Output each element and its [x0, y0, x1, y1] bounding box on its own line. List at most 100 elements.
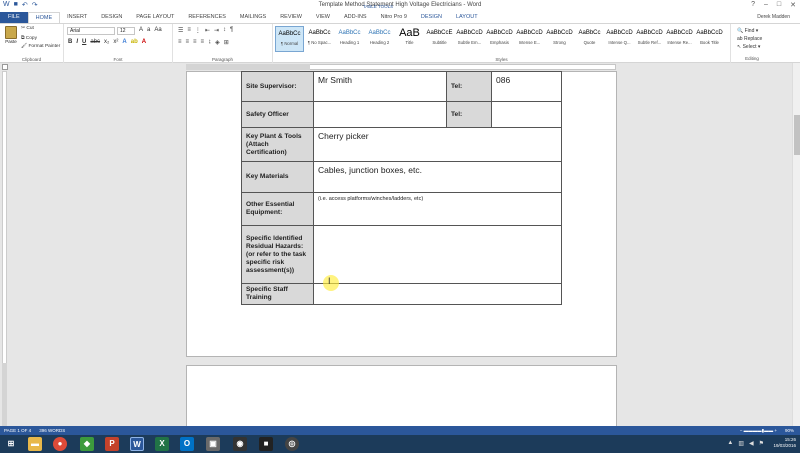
- style-item[interactable]: AaBbCc ¶ No Spac...: [305, 26, 334, 52]
- tab-page-layout[interactable]: PAGE LAYOUT: [129, 12, 181, 23]
- subscript-icon[interactable]: x₂: [104, 39, 109, 45]
- paste-button[interactable]: Paste: [4, 26, 18, 46]
- align-right-icon[interactable]: ≡: [193, 39, 197, 46]
- replace-button[interactable]: ab Replace: [737, 35, 762, 43]
- cut-button[interactable]: ✂ Cut: [21, 26, 34, 31]
- line-spacing-icon[interactable]: ↨: [208, 39, 211, 46]
- site-supervisor-cell[interactable]: Mr Smith: [313, 71, 447, 102]
- scrollbar-thumb[interactable]: [794, 115, 800, 155]
- minimize-button[interactable]: –: [764, 1, 768, 9]
- outlook-icon[interactable]: O: [180, 437, 194, 451]
- style-item[interactable]: AaBbCc Heading 1: [335, 26, 364, 52]
- vertical-scrollbar[interactable]: [792, 63, 800, 426]
- app-green-icon[interactable]: ◆: [80, 437, 94, 451]
- font-color-icon[interactable]: A: [142, 39, 146, 45]
- tab-home[interactable]: HOME: [27, 12, 61, 23]
- app-gray-icon[interactable]: ▣: [206, 437, 220, 451]
- tab-references[interactable]: REFERENCES: [181, 12, 233, 23]
- app-black-icon[interactable]: ■: [259, 437, 273, 451]
- style-item[interactable]: AaB Title: [395, 26, 424, 52]
- format-painter-button[interactable]: 🖌 Format Painter: [21, 44, 60, 49]
- vertical-ruler[interactable]: [0, 71, 8, 426]
- word-taskbar-icon[interactable]: W: [130, 437, 144, 451]
- superscript-icon[interactable]: x²: [113, 39, 118, 45]
- font-name-select[interactable]: Arial: [67, 27, 115, 35]
- maximize-button[interactable]: □: [777, 1, 781, 9]
- change-case-icon[interactable]: Aa: [154, 27, 161, 33]
- align-left-icon[interactable]: ≡: [178, 39, 182, 46]
- app-globe-icon[interactable]: ◎: [285, 437, 299, 451]
- app-red-black-icon[interactable]: ◉: [233, 437, 247, 451]
- horizontal-ruler[interactable]: [0, 63, 800, 71]
- word-count[interactable]: 396 WORDS: [39, 428, 65, 433]
- help-icon[interactable]: ?: [751, 1, 755, 9]
- clock[interactable]: 15:26 19/03/2016: [773, 437, 796, 449]
- style-item[interactable]: AaBbCc ¶ Normal: [275, 26, 304, 52]
- zoom-level[interactable]: 90%: [785, 428, 794, 434]
- excel-icon[interactable]: X: [155, 437, 169, 451]
- safety-officer-cell[interactable]: [313, 101, 447, 128]
- numbering-icon[interactable]: ≡: [187, 27, 191, 34]
- file-explorer-icon[interactable]: ▬: [28, 437, 42, 451]
- tab-nitro[interactable]: Nitro Pro 9: [374, 12, 414, 23]
- key-materials-cell[interactable]: Cables, junction boxes, etc.: [313, 161, 562, 193]
- bold-icon[interactable]: B: [68, 39, 72, 45]
- align-center-icon[interactable]: ≡: [186, 39, 190, 46]
- text-effects-icon[interactable]: A: [122, 39, 126, 45]
- decrease-indent-icon[interactable]: ⇤: [205, 27, 210, 34]
- shrink-font-icon[interactable]: a: [147, 27, 150, 33]
- page-count[interactable]: PAGE 1 OF 4: [4, 428, 31, 433]
- strikethrough-icon[interactable]: abc: [90, 39, 100, 45]
- tab-table-design[interactable]: DESIGN: [414, 12, 449, 23]
- flag-icon[interactable]: ⚑: [759, 440, 764, 447]
- style-item[interactable]: AaBbCcD Emphasis: [485, 26, 514, 52]
- tab-insert[interactable]: INSERT: [60, 12, 94, 23]
- style-item[interactable]: AaBbCcD Strong: [545, 26, 574, 52]
- grow-font-icon[interactable]: A: [139, 27, 143, 33]
- tab-mailings[interactable]: MAILINGS: [233, 12, 273, 23]
- staff-training-cell[interactable]: [313, 283, 562, 305]
- font-size-select[interactable]: 12: [117, 27, 135, 35]
- tab-review[interactable]: REVIEW: [273, 12, 309, 23]
- multilevel-list-icon[interactable]: ⋮: [195, 27, 201, 34]
- find-button[interactable]: 🔍 Find ▾: [737, 27, 762, 35]
- shading-icon[interactable]: ◈: [215, 39, 220, 46]
- style-item[interactable]: AaBbCcE Subtitle: [425, 26, 454, 52]
- tab-file[interactable]: FILE: [0, 12, 28, 23]
- hazards-cell[interactable]: [313, 225, 562, 284]
- select-button[interactable]: ↖ Select ▾: [737, 43, 762, 51]
- windows-start-icon[interactable]: ⊞: [4, 437, 18, 451]
- italic-icon[interactable]: I: [76, 39, 78, 45]
- style-item[interactable]: AaBbCcD Book Title: [695, 26, 724, 52]
- style-item[interactable]: AaBbCcD Subtle Ref...: [635, 26, 664, 52]
- tab-table-layout[interactable]: LAYOUT: [449, 12, 485, 23]
- tray-arrow-icon[interactable]: ▲: [727, 440, 733, 447]
- other-equipment-cell[interactable]: (i.e. access platforms/winches/ladders, …: [313, 192, 562, 226]
- document-page-2[interactable]: [186, 365, 617, 435]
- highlight-icon[interactable]: ab: [131, 39, 138, 45]
- style-item[interactable]: AaBbCc Quote: [575, 26, 604, 52]
- network-icon[interactable]: ▥: [738, 440, 744, 447]
- tab-add-ins[interactable]: ADD-INS: [337, 12, 374, 23]
- justify-icon[interactable]: ≡: [201, 39, 205, 46]
- underline-icon[interactable]: U: [82, 39, 86, 45]
- chrome-icon[interactable]: ●: [53, 437, 67, 451]
- tel-cell[interactable]: [491, 101, 562, 128]
- tab-design[interactable]: DESIGN: [94, 12, 129, 23]
- tab-selector-icon[interactable]: [2, 64, 8, 70]
- borders-icon[interactable]: ⊞: [224, 39, 229, 46]
- bullets-icon[interactable]: ☰: [178, 27, 183, 34]
- volume-icon[interactable]: ◀: [749, 440, 754, 447]
- style-item[interactable]: AaBbCcD Intense Q...: [605, 26, 634, 52]
- style-item[interactable]: AaBbCcD Intense Re...: [665, 26, 694, 52]
- tel-cell[interactable]: 086: [491, 71, 562, 102]
- style-item[interactable]: AaBbCcD Intense E...: [515, 26, 544, 52]
- key-plant-cell[interactable]: Cherry picker: [313, 127, 562, 162]
- user-name[interactable]: Derek Madden: [757, 14, 790, 20]
- show-marks-icon[interactable]: ¶: [230, 27, 233, 34]
- increase-indent-icon[interactable]: ⇥: [214, 27, 219, 34]
- style-item[interactable]: AaBbCcD Subtle Em...: [455, 26, 484, 52]
- close-button[interactable]: ✕: [790, 1, 796, 9]
- copy-button[interactable]: ⧉ Copy: [21, 35, 37, 41]
- style-item[interactable]: AaBbCc Heading 2: [365, 26, 394, 52]
